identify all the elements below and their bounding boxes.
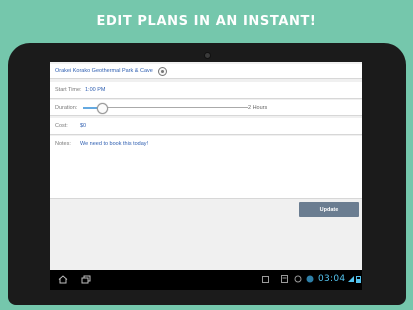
system-nav-bar xyxy=(50,270,362,290)
duration-label: Duration: xyxy=(55,105,78,111)
duration-slider-thumb[interactable] xyxy=(96,102,108,114)
sync-icon xyxy=(294,275,302,283)
place-name[interactable]: Orakei Korako Geothermal Park & Cave xyxy=(55,68,153,74)
battery-level-icon xyxy=(356,276,361,283)
map-pin-icon[interactable] xyxy=(158,67,167,76)
recent-apps-icon[interactable] xyxy=(81,275,91,284)
start-time-row[interactable]: Start Time: 1:00 PM xyxy=(50,82,362,99)
wifi-icon xyxy=(348,276,354,282)
camera-icon xyxy=(204,52,211,59)
edit-plan-screen: Orakei Korako Geothermal Park & Cave Sta… xyxy=(50,62,362,270)
status-clock: 03:04 xyxy=(318,274,346,284)
duration-value: 2 Hours xyxy=(248,105,268,111)
update-button[interactable]: Update xyxy=(299,202,359,217)
screenshot-icon xyxy=(262,276,269,283)
notes-row[interactable]: Notes: We need to book this today! xyxy=(50,136,362,199)
cost-label: Cost: xyxy=(55,123,68,129)
duration-row: Duration: 2 Hours xyxy=(50,100,362,116)
battery-icon xyxy=(306,275,314,283)
place-row: Orakei Korako Geothermal Park & Cave xyxy=(50,64,362,79)
start-time-value[interactable]: 1:00 PM xyxy=(85,87,105,93)
notes-value[interactable]: We need to book this today! xyxy=(80,141,148,147)
promo-banner: EDIT PLANS IN AN INSTANT! xyxy=(96,13,317,29)
cost-value[interactable]: $0 xyxy=(80,123,86,129)
cost-row[interactable]: Cost: $0 xyxy=(50,118,362,135)
start-time-label: Start Time: xyxy=(55,87,82,93)
storage-icon xyxy=(281,275,288,283)
notes-label: Notes: xyxy=(55,141,71,147)
home-icon[interactable] xyxy=(58,275,68,284)
